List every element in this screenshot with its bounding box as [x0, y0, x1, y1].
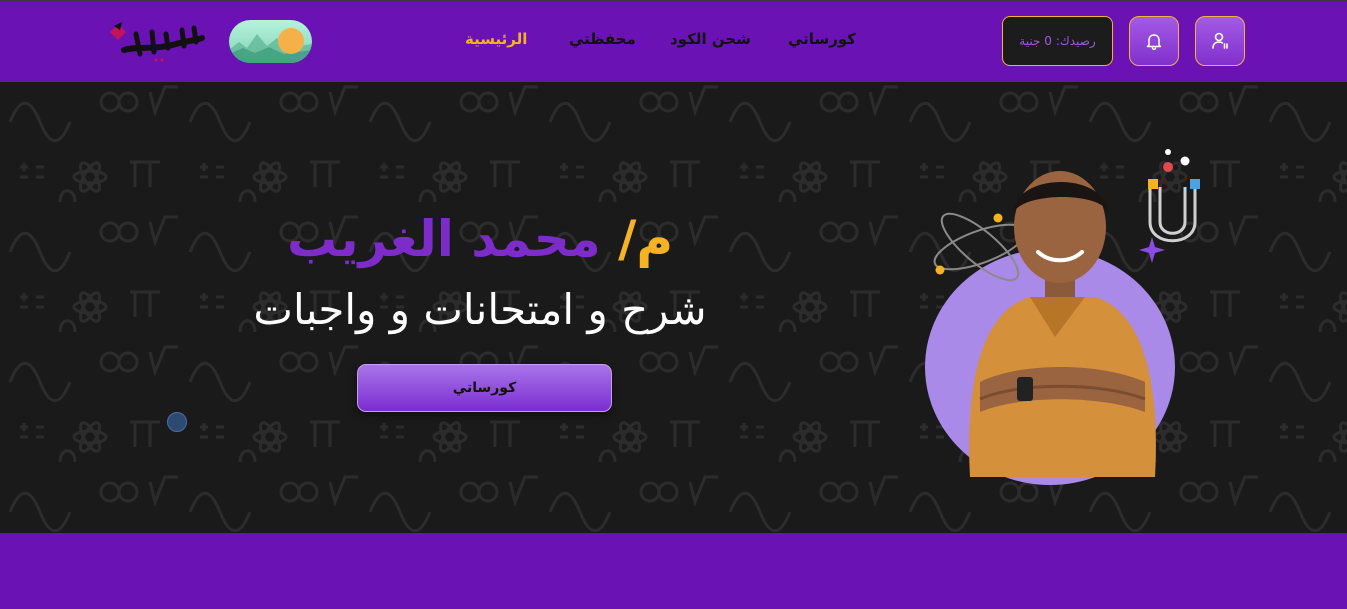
page-bottom-band — [0, 533, 1347, 609]
nav-link-charge-code[interactable]: شحن الكود — [670, 30, 751, 48]
site-logo[interactable] — [106, 20, 206, 64]
hero-subtitle: شرح و امتحانات و واجبات — [253, 285, 707, 334]
magnet-icon — [1148, 187, 1197, 243]
theme-toggle-icon — [229, 28, 312, 63]
teacher-name: محمد الغريب — [286, 210, 601, 268]
hero-title: م/ محمد الغريب — [240, 210, 720, 268]
hero-section: م/ محمد الغريب شرح و امتحانات و واجبات ك… — [0, 82, 1347, 533]
title-prefix: م/ — [618, 210, 674, 268]
nav-link-my-courses[interactable]: كورساتي — [788, 30, 856, 48]
floating-badge — [167, 412, 187, 432]
nav-link-home[interactable]: الرئيسية — [465, 30, 527, 48]
navbar: رصيدك: 0 جنية كورساتي شحن الكود محفظتي ا… — [0, 0, 1347, 82]
theme-toggle[interactable] — [229, 20, 312, 63]
teacher-portrait — [925, 149, 1200, 485]
my-courses-button[interactable]: كورساتي — [357, 364, 612, 412]
nav-link-wallet[interactable]: محفظتي — [569, 30, 636, 48]
